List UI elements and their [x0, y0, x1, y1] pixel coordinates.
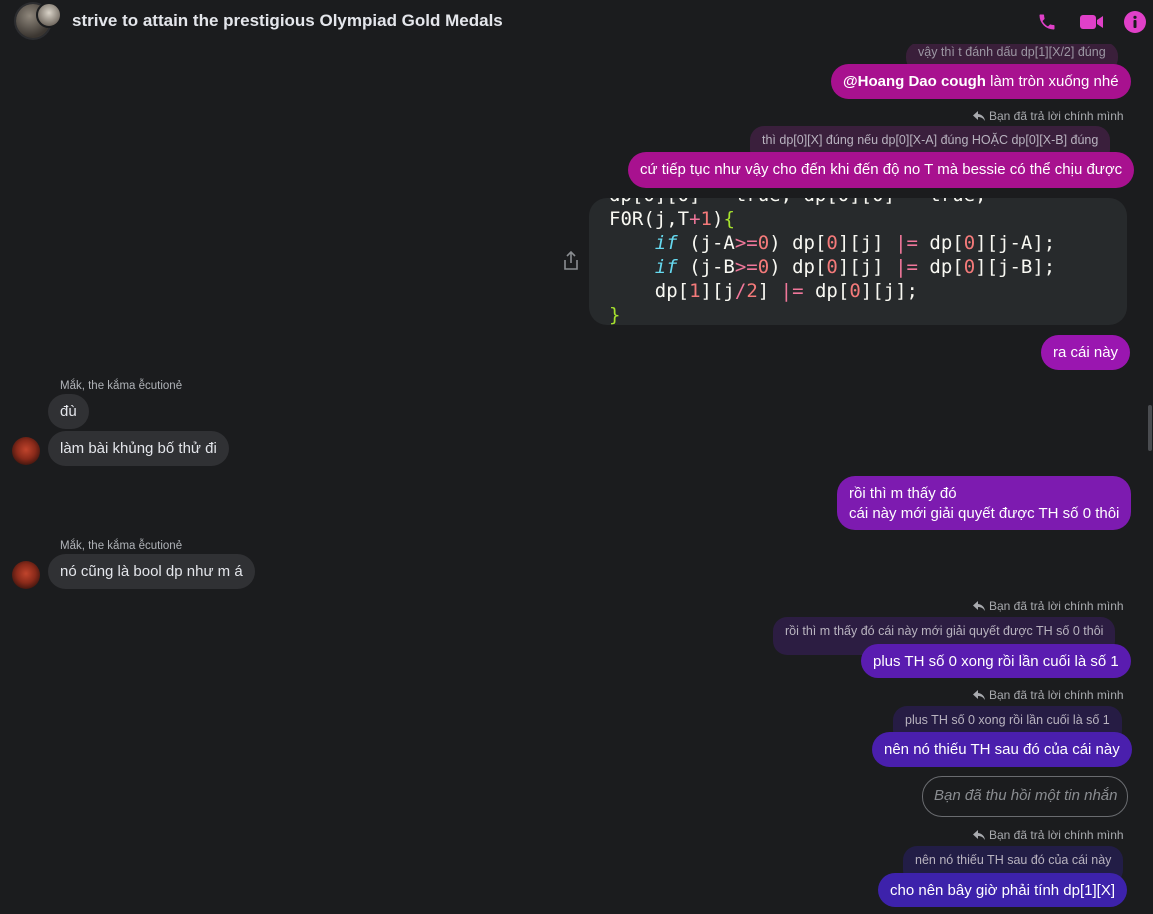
code-message[interactable]: dp[0][0] = true; dp[0][0] = true; F0R(j,… [589, 198, 1127, 325]
message-bubble-own[interactable]: cho nên bây giờ phải tính dp[1][X] [878, 873, 1127, 907]
reply-tag: Bạn đã trả lời chính mình [973, 688, 1124, 702]
unsent-message[interactable]: Bạn đã thu hồi một tin nhắn [922, 776, 1128, 817]
code-line-5: } [609, 304, 621, 325]
info-icon[interactable] [1122, 9, 1148, 35]
message-bubble-own[interactable]: ra cái này [1041, 335, 1131, 370]
message-bubble-own[interactable]: @Hoang Dao cough làm tròn xuống nhé [831, 64, 1131, 99]
message-bubble-own[interactable]: nên nó thiếu TH sau đó của cái này [872, 732, 1132, 767]
reply-arrow-icon [973, 830, 985, 840]
code-content: dp[0][0] = true; dp[0][0] = true; F0R(j,… [609, 198, 1055, 325]
reply-tag: Bạn đã trả lời chính mình [973, 828, 1124, 842]
mention[interactable]: @Hoang Dao cough [843, 73, 986, 90]
phone-icon[interactable] [1034, 9, 1060, 35]
avatar[interactable] [12, 437, 40, 465]
code-line-0: dp[0][0] = true; dp[0][0] = true; [609, 198, 987, 206]
code-line-3: if (j-B>=0) dp[0][j] |= dp[0][j-B]; [654, 256, 1056, 278]
reply-tag-label: Bạn đã trả lời chính mình [989, 109, 1124, 123]
code-line-1: F0R(j,T+1){ [609, 208, 735, 230]
message-text: làm tròn xuống nhé [985, 73, 1119, 90]
reply-arrow-icon [973, 690, 985, 700]
message-bubble-own[interactable]: rồi thì m thấy đó cái này mới giải quyết… [837, 476, 1132, 530]
message-bubble-other[interactable]: làm bài khủng bố thử đi [48, 431, 229, 466]
reply-tag-label: Bạn đã trả lời chính mình [989, 688, 1124, 702]
message-bubble-other[interactable]: đù [48, 394, 89, 429]
reply-tag-label: Bạn đã trả lời chính mình [989, 599, 1124, 613]
message-bubble-own[interactable]: cứ tiếp tục như vậy cho đến khi đến độ n… [628, 152, 1135, 188]
message-line: rồi thì m thấy đó [849, 485, 957, 502]
group-avatar-secondary [36, 2, 62, 28]
avatar[interactable] [12, 561, 40, 589]
reply-tag-label: Bạn đã trả lời chính mình [989, 828, 1124, 842]
message-line: cái này mới giải quyết được TH số 0 thôi [849, 505, 1120, 522]
sender-name: Mắk, the kắma ễcutionẻ [60, 540, 183, 552]
chat-header: strive to attain the prestigious Olympia… [0, 0, 1153, 44]
scrollbar[interactable] [1148, 405, 1152, 451]
code-line-4: dp[1][j/2] |= dp[0][j]; [609, 280, 918, 302]
reply-arrow-icon [973, 111, 985, 121]
chat-title[interactable]: strive to attain the prestigious Olympia… [72, 11, 503, 31]
message-bubble-other[interactable]: nó cũng là bool dp như m á [48, 554, 255, 589]
code-line-2: if (j-A>=0) dp[0][j] |= dp[0][j-A]; [654, 232, 1056, 254]
message-bubble-own[interactable]: plus TH số 0 xong rồi lần cuối là số 1 [861, 644, 1131, 678]
share-icon[interactable] [562, 250, 580, 272]
video-icon[interactable] [1077, 9, 1107, 35]
reply-tag: Bạn đã trả lời chính mình [973, 109, 1124, 123]
reply-arrow-icon [973, 601, 985, 611]
sender-name: Mắk, the kắma ễcutionẻ [60, 380, 183, 392]
reply-tag: Bạn đã trả lời chính mình [973, 599, 1124, 613]
